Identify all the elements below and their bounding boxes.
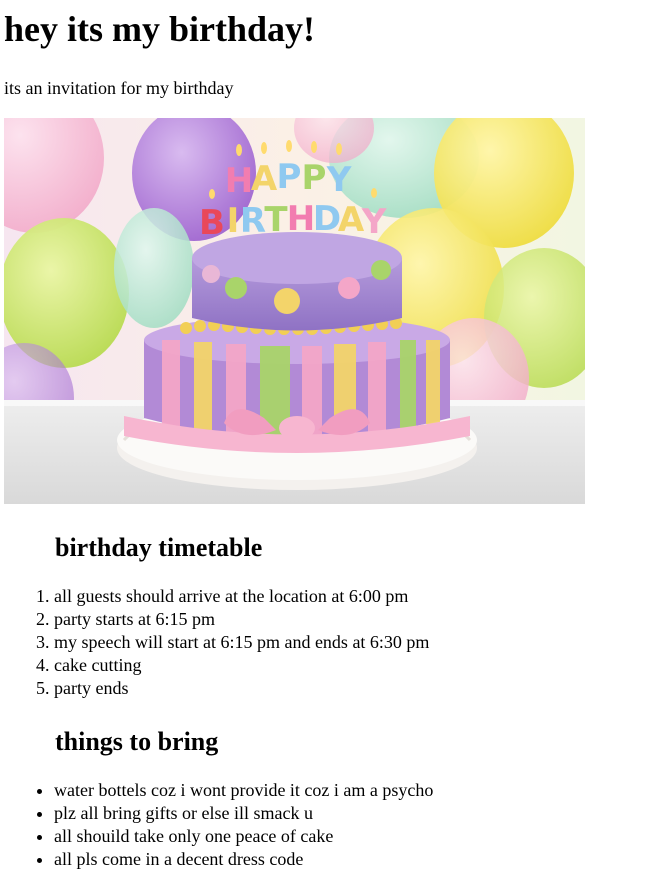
timetable-list: all guests should arrive at the location…	[4, 585, 668, 700]
list-item: my speech will start at 6:15 pm and ends…	[54, 631, 668, 654]
birthday-cake-image: H A P P Y B I R T H D A Y	[4, 118, 585, 504]
list-item: all guests should arrive at the location…	[54, 585, 668, 608]
svg-text:P: P	[302, 158, 327, 198]
svg-text:R: R	[240, 201, 266, 241]
svg-text:A: A	[251, 159, 278, 199]
svg-text:P: P	[277, 157, 302, 197]
things-to-bring-heading: things to bring	[55, 727, 219, 756]
timetable-heading: birthday timetable	[55, 533, 263, 562]
list-item: all pls come in a decent dress code	[54, 848, 668, 871]
svg-text:B: B	[199, 203, 225, 243]
svg-text:H: H	[287, 199, 315, 239]
svg-text:I: I	[227, 201, 240, 241]
list-item: party ends	[54, 677, 668, 700]
list-item: water bottels coz i wont provide it coz …	[54, 779, 668, 802]
svg-text:Y: Y	[361, 202, 387, 242]
page-title: hey its my birthday!	[4, 9, 316, 49]
list-item: plz all bring gifts or else ill smack u	[54, 802, 668, 825]
svg-text:H: H	[225, 161, 253, 201]
svg-text:Y: Y	[326, 160, 352, 200]
svg-text:T: T	[264, 200, 288, 240]
list-item: cake cutting	[54, 654, 668, 677]
things-to-bring-list: water bottels coz i wont provide it coz …	[4, 779, 668, 871]
list-item: party starts at 6:15 pm	[54, 608, 668, 631]
list-item: all shouild take only one peace of cake	[54, 825, 668, 848]
page-subtitle: its an invitation for my birthday	[4, 78, 234, 98]
page: hey its my birthday! its an invitation f…	[0, 0, 668, 871]
